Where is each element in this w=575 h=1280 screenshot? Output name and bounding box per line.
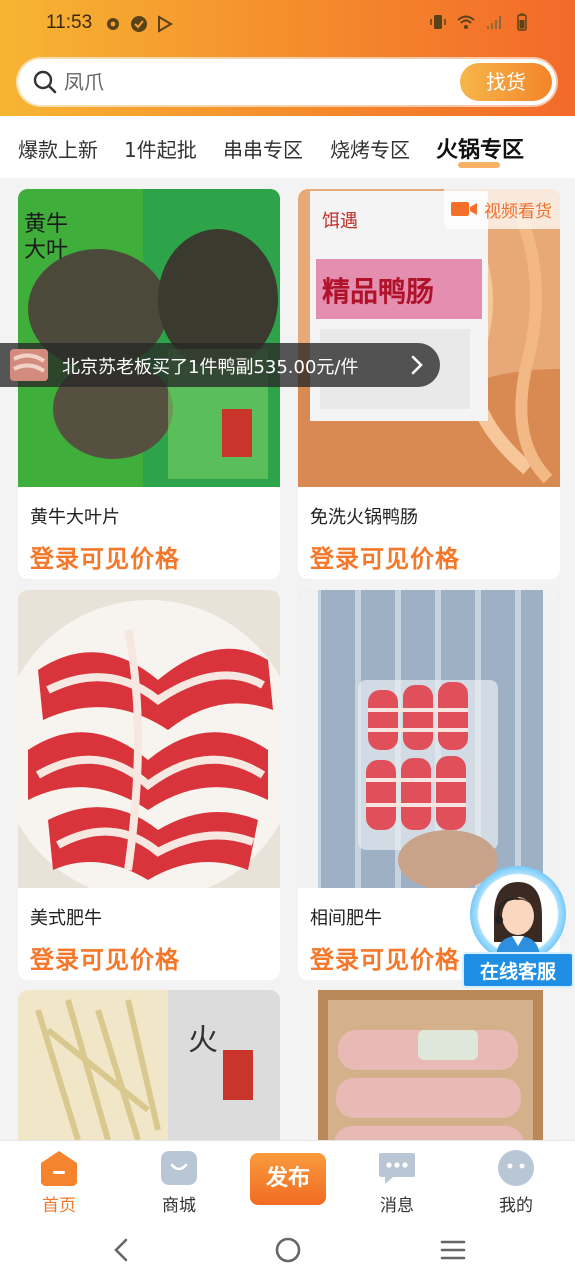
tab-hotpot-label: 火锅专区 — [436, 138, 525, 163]
chevron-right-icon — [411, 355, 423, 375]
svg-text:大叶: 大叶 — [24, 238, 68, 263]
nav-mall-label: 商城 — [162, 1196, 196, 1216]
vibrate-icon — [430, 15, 446, 29]
ticker-message: 北京苏老板买了1件鸭副535.00元/件 — [62, 357, 359, 378]
product-price: 登录可见价格 — [310, 545, 460, 573]
product-price: 登录可见价格 — [30, 545, 180, 573]
online-service-button[interactable]: 在线客服 — [462, 866, 574, 990]
video-camera-icon — [451, 202, 477, 216]
wifi-icon — [457, 15, 475, 29]
search-button[interactable]: 找货 — [460, 63, 552, 101]
product-name: 美式肥牛 — [30, 908, 102, 929]
product-card[interactable]: 火 — [18, 990, 280, 1140]
nav-profile-label: 我的 — [499, 1196, 533, 1216]
tab-one-piece-wholesale[interactable]: 1件起批 — [124, 134, 197, 163]
status-bar: 11:53 — [0, 0, 575, 48]
product-image: 黄牛 大叶 — [18, 189, 280, 487]
purchase-ticker[interactable]: 北京苏老板买了1件鸭副535.00元/件 — [0, 343, 440, 387]
product-card[interactable] — [298, 990, 560, 1140]
message-icon — [379, 1153, 415, 1184]
video-view-tag[interactable]: 视频看货 — [444, 189, 560, 229]
agent-avatar-icon — [494, 882, 542, 956]
bamboo-shoots-package-image: 火 — [18, 990, 280, 1140]
svg-text:饵遇: 饵遇 — [322, 211, 358, 232]
menu-icon[interactable] — [440, 1239, 466, 1261]
profile-icon — [498, 1150, 534, 1186]
publish-button[interactable]: 发布 — [250, 1153, 326, 1205]
online-service-label: 在线客服 — [462, 952, 574, 988]
status-right-icons — [429, 13, 531, 31]
product-price: 登录可见价格 — [310, 946, 460, 974]
tab-hot-new[interactable]: 爆款上新 — [18, 134, 98, 163]
nav-home-label: 首页 — [42, 1196, 76, 1216]
duck-intestine-package-image: 精品鸭肠 饵遇 — [298, 189, 560, 487]
bottom-nav: 首页 商城 发布 消息 我的 — [0, 1140, 575, 1220]
product-name: 相间肥牛 — [310, 908, 382, 929]
product-image: 精品鸭肠 饵遇 — [298, 189, 560, 487]
system-nav-bar — [0, 1220, 575, 1280]
beef-slices-image — [18, 590, 280, 888]
tab-hotpot[interactable]: 火锅专区 — [436, 132, 525, 168]
shopping-bag-icon — [161, 1151, 197, 1185]
header: 11:53 找货 — [0, 0, 575, 116]
product-image: 火 — [18, 990, 280, 1140]
signal-icon — [487, 16, 501, 29]
back-icon[interactable] — [110, 1238, 132, 1262]
tab-skewers[interactable]: 串串专区 — [223, 134, 303, 163]
svg-text:火: 火 — [188, 1023, 218, 1058]
home-icon — [41, 1151, 77, 1186]
search-input[interactable] — [64, 59, 454, 105]
tab-bbq[interactable]: 烧烤专区 — [330, 134, 410, 163]
gear-icon — [107, 18, 119, 30]
product-image — [18, 590, 280, 888]
product-name: 黄牛大叶片 — [30, 507, 120, 528]
nav-messages[interactable]: 消息 — [352, 1141, 442, 1221]
frozen-meat-box-image — [298, 990, 560, 1140]
nav-home[interactable]: 首页 — [14, 1141, 104, 1221]
nav-profile[interactable]: 我的 — [471, 1141, 561, 1221]
play-store-icon — [158, 15, 173, 33]
category-tabs: 爆款上新 1件起批 串串专区 烧烤专区 火锅专区 — [0, 116, 575, 178]
svg-text:黄牛: 黄牛 — [24, 212, 68, 237]
product-price: 登录可见价格 — [30, 946, 180, 974]
beef-rolls-box-image — [298, 590, 560, 888]
nav-messages-label: 消息 — [380, 1196, 414, 1216]
battery-icon — [517, 13, 527, 31]
product-image — [298, 590, 560, 888]
status-time: 11:53 — [46, 12, 93, 33]
search-bar: 找货 — [18, 59, 556, 105]
product-name: 免洗火锅鸭肠 — [310, 507, 418, 528]
beef-tripe-package-image: 黄牛 大叶 — [18, 189, 280, 487]
product-image — [298, 990, 560, 1140]
svg-text:精品鸭肠: 精品鸭肠 — [322, 275, 434, 308]
status-left-icons — [104, 15, 174, 33]
ticker-thumbnail — [10, 349, 48, 381]
video-view-label: 视频看货 — [484, 201, 552, 222]
nav-mall[interactable]: 商城 — [134, 1141, 224, 1221]
product-card[interactable]: 美式肥牛 登录可见价格 — [18, 590, 280, 980]
home-circle-icon[interactable] — [274, 1236, 302, 1264]
search-icon — [33, 70, 57, 94]
check-circle-icon — [131, 16, 147, 32]
